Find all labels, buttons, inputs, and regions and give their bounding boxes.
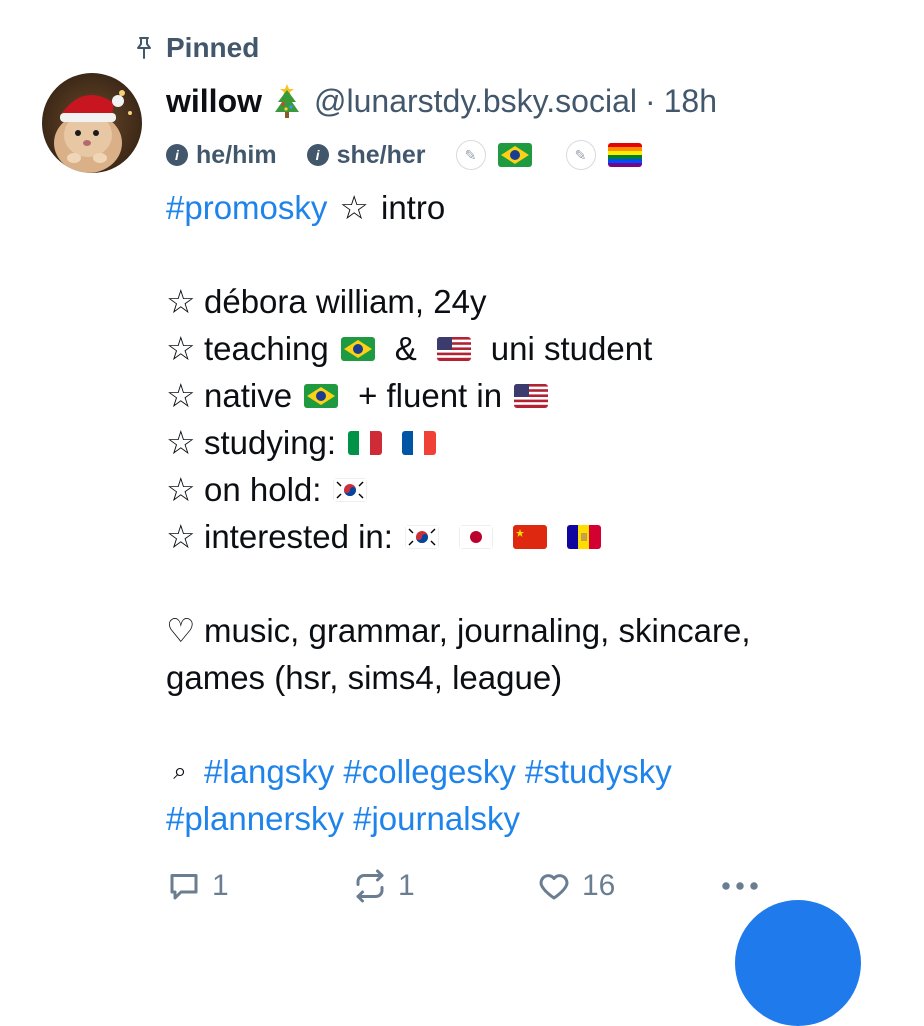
post-line: games (hsr, sims4, league) (166, 654, 866, 701)
star-glyph: ☆ (166, 377, 196, 414)
reply-icon (170, 874, 198, 900)
compose-fab-button[interactable] (735, 900, 861, 1026)
pin-icon (137, 37, 151, 59)
post-text: music, grammar, journaling, skincare, (204, 612, 751, 649)
post-line: ♡ music, grammar, journaling, skincare, (166, 607, 866, 654)
lang-badge-icon: ✎ (455, 140, 486, 170)
china-flag-icon (512, 524, 547, 549)
usa-flag-icon (436, 336, 471, 361)
post-line: ☆ interested in: (166, 513, 866, 560)
post-header: willow @lunarstdy.bsky.social · 18h (166, 78, 717, 124)
info-icon: i (166, 144, 188, 166)
hashtag-link[interactable]: #promosky (166, 184, 327, 231)
label-she-her[interactable]: i she/her (306, 140, 426, 170)
post-text: & (394, 330, 417, 367)
post-labels: i he/him i she/her ✎ ✎ (166, 138, 676, 172)
label-chip-rainbow[interactable]: ✎ (565, 140, 642, 170)
hashtag-links[interactable]: #plannersky #journalsky (166, 795, 520, 842)
post-line: ☆ teaching & uni student (166, 325, 866, 372)
label-text: he/him (196, 140, 277, 169)
christmas-tree-icon (272, 82, 302, 120)
like-button[interactable]: 16 (536, 868, 615, 904)
brazil-flag-icon (497, 143, 532, 167)
info-icon: i (306, 144, 329, 166)
post-text: on hold: (204, 471, 322, 508)
repost-button[interactable]: 1 (352, 868, 415, 904)
post-text: interested in: (204, 518, 393, 555)
author-handle[interactable]: @lunarstdy.bsky.social (314, 83, 637, 120)
label-chip-brazil[interactable]: ✎ (455, 140, 532, 170)
post-text: intro (380, 189, 446, 226)
repost-count: 1 (398, 869, 415, 902)
post-line: ☆ débora william, 24y (166, 278, 866, 325)
japan-flag-icon (458, 524, 493, 549)
post-actions: 1 1 16 (166, 864, 766, 908)
hashtag-links[interactable]: #langsky #collegesky #studysky (204, 748, 672, 795)
korea-flag-icon (404, 524, 439, 549)
post-line: ⌕ #langsky #collegesky #studysky (166, 748, 866, 795)
post-text: + fluent in (358, 377, 503, 414)
post-timestamp[interactable]: 18h (664, 83, 717, 120)
lang-badge-icon: ✎ (565, 140, 596, 170)
korea-flag-icon (333, 477, 368, 502)
post-line: ☆ on hold: (166, 466, 866, 513)
star-glyph: ☆ (339, 189, 369, 226)
post-line: #plannersky #journalsky (166, 795, 866, 842)
heart-glyph: ♡ (166, 612, 196, 649)
brazil-flag-icon (304, 383, 339, 408)
usa-flag-icon (514, 383, 549, 408)
separator-dot: · (644, 82, 656, 119)
post-text: native (204, 377, 293, 414)
post-text: uni student (490, 330, 653, 367)
star-glyph: ☆ (166, 330, 196, 367)
italy-flag-icon (348, 430, 383, 455)
more-options-button[interactable] (718, 879, 762, 893)
ellipsis-icon (722, 882, 758, 890)
post-line: ☆ studying: (166, 419, 866, 466)
reply-count: 1 (212, 869, 229, 902)
post-line: ☆ native + fluent in (166, 372, 866, 419)
like-count: 16 (582, 869, 616, 902)
post-text: débora william, 24y (204, 283, 487, 320)
pinned-label: Pinned (166, 32, 260, 63)
pinned-indicator: Pinned (132, 30, 259, 66)
search-glyph: ⌕ (173, 758, 187, 785)
star-glyph: ☆ (166, 471, 196, 508)
repost-icon (356, 869, 384, 903)
star-glyph: ☆ (166, 283, 196, 320)
post-text: teaching (204, 330, 329, 367)
post-body: #promosky ☆ intro ☆ débora william, 24y … (166, 184, 866, 842)
brazil-flag-icon (340, 336, 375, 361)
label-text: she/her (336, 140, 426, 169)
andorra-flag-icon (566, 524, 601, 549)
heart-icon (539, 874, 569, 900)
label-he-him[interactable]: i he/him (166, 141, 277, 170)
avatar[interactable] (42, 73, 142, 173)
france-flag-icon (402, 430, 437, 455)
post-line: #promosky ☆ intro (166, 184, 866, 231)
rainbow-flag-icon (607, 143, 642, 167)
post-text: studying: (204, 424, 337, 461)
star-glyph: ☆ (166, 424, 196, 461)
reply-button[interactable]: 1 (166, 868, 229, 904)
star-glyph: ☆ (166, 518, 196, 555)
display-name[interactable]: willow (166, 83, 262, 120)
post-text: games (hsr, sims4, league) (166, 659, 563, 696)
